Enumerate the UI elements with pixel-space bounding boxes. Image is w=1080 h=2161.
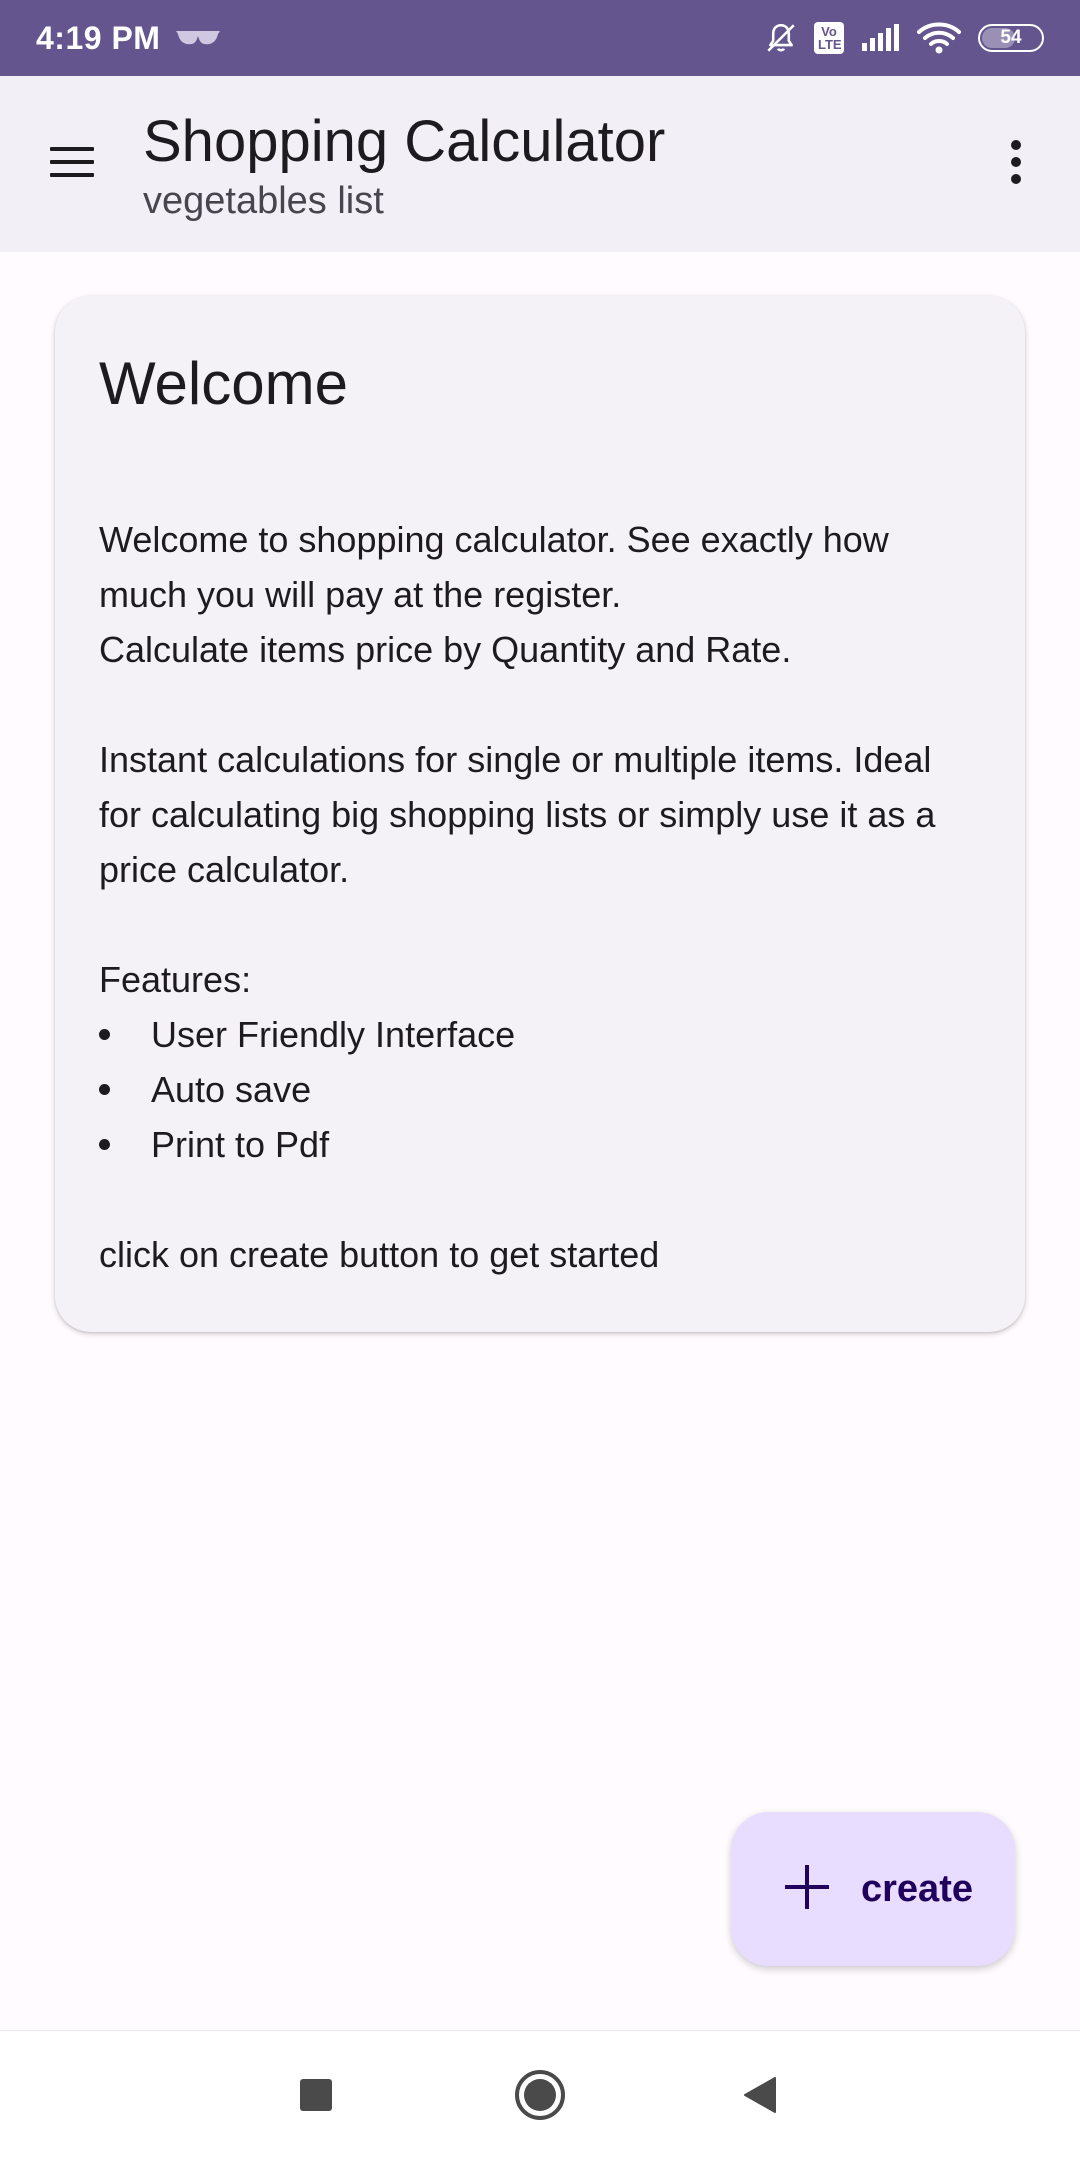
hamburger-menu-icon [50, 145, 94, 184]
plus-icon [783, 1863, 831, 1916]
back-triangle-icon [743, 2076, 777, 2119]
status-icons: Vo LTE 54 [764, 21, 1044, 55]
app-bar: Shopping Calculator vegetables list [0, 76, 1080, 252]
system-nav-bar [0, 2030, 1080, 2161]
intro-paragraph-2: Calculate items price by Quantity and Ra… [99, 629, 792, 670]
get-started-text: click on create button to get started [99, 1234, 660, 1275]
recents-square-icon [299, 2078, 333, 2117]
menu-button[interactable] [36, 128, 108, 200]
description-paragraph: Instant calculations for single or multi… [99, 739, 936, 890]
recents-button[interactable] [280, 2061, 352, 2133]
create-button[interactable]: create [731, 1812, 1015, 1966]
bullet-icon [99, 1029, 110, 1040]
feature-list: User Friendly Interface Auto save Print … [99, 1007, 981, 1172]
volte-icon: Vo LTE [814, 22, 844, 54]
welcome-card: Welcome Welcome to shopping calculator. … [55, 296, 1025, 1332]
battery-level: 54 [1000, 27, 1022, 48]
feature-label: Print to Pdf [151, 1124, 330, 1165]
bullet-icon [99, 1139, 110, 1150]
feature-label: Auto save [151, 1069, 312, 1110]
feature-item: User Friendly Interface [99, 1007, 981, 1062]
bullet-icon [99, 1084, 110, 1095]
feature-item: Print to Pdf [99, 1117, 981, 1172]
status-bar: 4:19 PM Vo LTE 54 [0, 0, 1080, 76]
home-circle-icon [514, 2069, 566, 2126]
home-button[interactable] [504, 2061, 576, 2133]
battery-icon: 54 [978, 24, 1044, 52]
intro-paragraph: Welcome to shopping calculator. See exac… [99, 519, 889, 615]
create-button-label: create [861, 1867, 973, 1910]
more-vert-icon [1009, 139, 1023, 190]
bell-off-icon [764, 21, 798, 55]
app-title: Shopping Calculator [143, 109, 666, 174]
back-button[interactable] [724, 2061, 796, 2133]
status-time: 4:19 PM [36, 19, 161, 56]
feature-label: User Friendly Interface [151, 1014, 516, 1055]
wifi-icon [916, 21, 962, 55]
card-body: Welcome to shopping calculator. See exac… [99, 512, 981, 1282]
features-heading: Features: [99, 959, 252, 1000]
app-subtitle: vegetables list [143, 180, 384, 222]
volte-badge: Vo LTE [814, 22, 844, 54]
feature-item: Auto save [99, 1062, 981, 1117]
signal-icon [860, 23, 900, 53]
card-title: Welcome [99, 350, 348, 417]
glasses-icon [174, 28, 222, 48]
overflow-menu-button[interactable] [980, 128, 1052, 200]
